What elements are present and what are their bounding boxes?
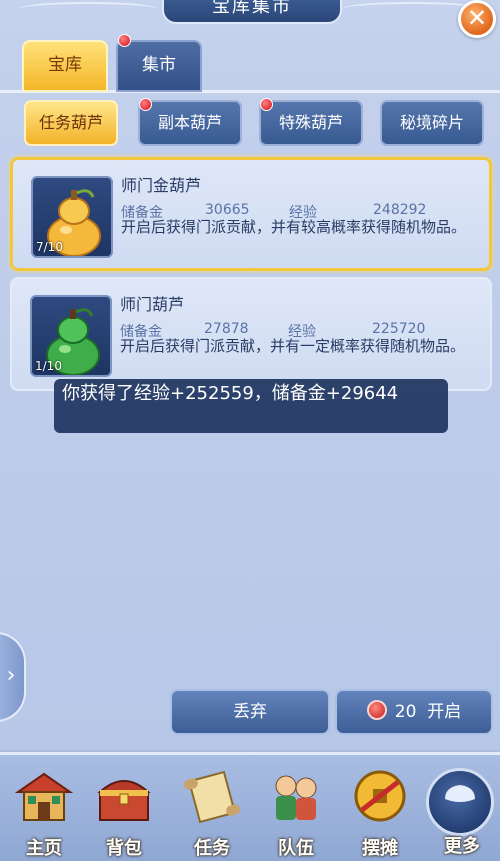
nav-bag[interactable]: 背包 bbox=[84, 766, 164, 859]
nav-label: 背包 bbox=[106, 838, 142, 859]
item-description: 开启后获得门派贡献，并有一定概率获得随机物品。 bbox=[120, 337, 466, 355]
tab-market[interactable]: 集市 bbox=[116, 40, 202, 92]
reward-toast: 你获得了经验+252559，储备金+29644 bbox=[54, 379, 448, 433]
close-icon: ✕ bbox=[466, 4, 488, 32]
cloud-ornament-left bbox=[18, 2, 158, 16]
open-button[interactable]: 20 开启 bbox=[335, 689, 493, 735]
item-name: 师门金葫芦 bbox=[121, 176, 202, 195]
reserve-value: 27878 bbox=[204, 321, 249, 337]
item-count: 7/10 bbox=[36, 240, 63, 254]
open-label: 开启 bbox=[427, 702, 462, 722]
coin-icon bbox=[354, 770, 406, 822]
nav-label: 摆摊 bbox=[362, 838, 398, 859]
notification-dot bbox=[118, 34, 131, 47]
subtab-label: 任务葫芦 bbox=[38, 113, 103, 132]
subtab-secret-fragment[interactable]: 秘境碎片 bbox=[380, 100, 484, 146]
tab-treasury[interactable]: 宝库 bbox=[22, 40, 108, 92]
nav-task[interactable]: 任务 bbox=[172, 766, 252, 859]
list-item[interactable]: 7/10 师门金葫芦 储备金 30665 经验 248292 开启后获得门派贡献… bbox=[10, 157, 492, 271]
exp-value: 225720 bbox=[372, 321, 426, 337]
reserve-value: 30665 bbox=[205, 202, 250, 218]
item-icon-frame: 1/10 bbox=[30, 295, 112, 377]
subtab-label: 特殊葫芦 bbox=[278, 113, 343, 132]
list-item[interactable]: 1/10 师门葫芦 储备金 27878 经验 225720 开启后获得门派贡献，… bbox=[10, 277, 492, 391]
tab-market-label: 集市 bbox=[142, 55, 176, 75]
tab-treasury-label: 宝库 bbox=[48, 55, 82, 75]
scroll-icon bbox=[183, 770, 241, 824]
subtab-task-gourd[interactable]: 任务葫芦 bbox=[24, 100, 118, 146]
window-title: 宝库集市 bbox=[162, 0, 342, 24]
team-icon bbox=[275, 775, 317, 820]
item-description: 开启后获得门派贡献，并有较高概率获得随机物品。 bbox=[121, 218, 467, 236]
notification-dot bbox=[260, 98, 273, 111]
discard-label: 丢弃 bbox=[233, 702, 267, 722]
nav-more-label: 更多 bbox=[444, 836, 480, 857]
exp-value: 248292 bbox=[373, 202, 427, 218]
nav-label: 任务 bbox=[194, 838, 230, 859]
notification-dot bbox=[139, 98, 152, 111]
nav-stall[interactable]: 摆摊 bbox=[340, 766, 420, 859]
nav-label: 主页 bbox=[26, 838, 62, 859]
chevron-right-icon: › bbox=[6, 663, 16, 688]
subtab-label: 秘境碎片 bbox=[399, 113, 464, 132]
nav-home[interactable]: 主页 bbox=[4, 766, 84, 859]
subtab-special-gourd[interactable]: 特殊葫芦 bbox=[259, 100, 363, 146]
item-icon-frame: 7/10 bbox=[31, 176, 113, 258]
chest-icon bbox=[97, 780, 151, 821]
home-icon bbox=[14, 772, 74, 821]
nav-more[interactable] bbox=[426, 768, 494, 836]
close-button[interactable]: ✕ bbox=[458, 0, 496, 38]
cost-icon bbox=[366, 700, 387, 720]
subtab-dungeon-gourd[interactable]: 副本葫芦 bbox=[138, 100, 242, 146]
more-icon bbox=[445, 785, 475, 802]
nav-label: 队伍 bbox=[278, 838, 314, 859]
nav-team[interactable]: 队伍 bbox=[256, 766, 336, 859]
item-count: 1/10 bbox=[35, 359, 62, 373]
item-name: 师门葫芦 bbox=[120, 295, 185, 314]
subtab-label: 副本葫芦 bbox=[157, 113, 222, 132]
open-cost: 20 bbox=[394, 702, 417, 722]
discard-button[interactable]: 丢弃 bbox=[170, 689, 330, 735]
